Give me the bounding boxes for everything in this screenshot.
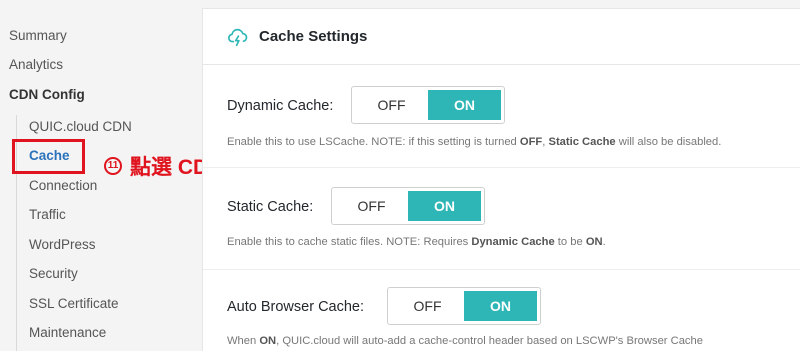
annotation-step-number: 11 xyxy=(104,157,122,175)
auto-browser-cache-description: When ON, QUIC.cloud will auto-add a cach… xyxy=(227,335,703,347)
sidebar-subitem-traffic[interactable]: Traffic xyxy=(29,207,66,222)
sidebar-subitem-connection[interactable]: Connection xyxy=(29,178,97,193)
auto-browser-cache-toggle[interactable]: OFF ON xyxy=(387,287,541,325)
dynamic-cache-description: Enable this to use LSCache. NOTE: if thi… xyxy=(227,136,722,148)
panel-header: Cache Settings xyxy=(203,9,800,65)
auto-browser-cache-off-option[interactable]: OFF xyxy=(391,291,464,321)
static-cache-off-option[interactable]: OFF xyxy=(335,191,408,221)
auto-browser-cache-on-option[interactable]: ON xyxy=(464,291,537,321)
cache-settings-panel: Cache Settings Dynamic Cache: OFF ON Ena… xyxy=(202,8,800,351)
sidebar-subitem-security[interactable]: Security xyxy=(29,266,78,281)
sidebar-item-analytics[interactable]: Analytics xyxy=(9,57,63,72)
dynamic-cache-label: Dynamic Cache: xyxy=(227,98,334,114)
cloud-lightning-icon xyxy=(228,28,248,46)
dynamic-cache-off-option[interactable]: OFF xyxy=(355,90,428,120)
sidebar-subitem-ssl-certificate[interactable]: SSL Certificate xyxy=(29,296,119,311)
static-cache-description: Enable this to cache static files. NOTE:… xyxy=(227,236,606,248)
auto-browser-cache-label: Auto Browser Cache: xyxy=(227,299,365,315)
dynamic-cache-on-option[interactable]: ON xyxy=(428,90,501,120)
annotation-highlight-box xyxy=(12,139,85,174)
static-cache-on-option[interactable]: ON xyxy=(408,191,481,221)
sidebar-subitem-quic-cloud-cdn[interactable]: QUIC.cloud CDN xyxy=(29,119,132,134)
sidebar-subitem-maintenance[interactable]: Maintenance xyxy=(29,325,106,340)
sidebar-subitem-wordpress[interactable]: WordPress xyxy=(29,237,96,252)
static-cache-label: Static Cache: xyxy=(227,199,314,215)
panel-title: Cache Settings xyxy=(259,28,368,45)
settings-divider xyxy=(203,167,800,168)
settings-divider xyxy=(203,269,800,270)
static-cache-toggle[interactable]: OFF ON xyxy=(331,187,485,225)
sidebar-item-cdn-config[interactable]: CDN Config xyxy=(9,87,85,102)
sidebar-item-summary[interactable]: Summary xyxy=(9,28,67,43)
dynamic-cache-toggle[interactable]: OFF ON xyxy=(351,86,505,124)
